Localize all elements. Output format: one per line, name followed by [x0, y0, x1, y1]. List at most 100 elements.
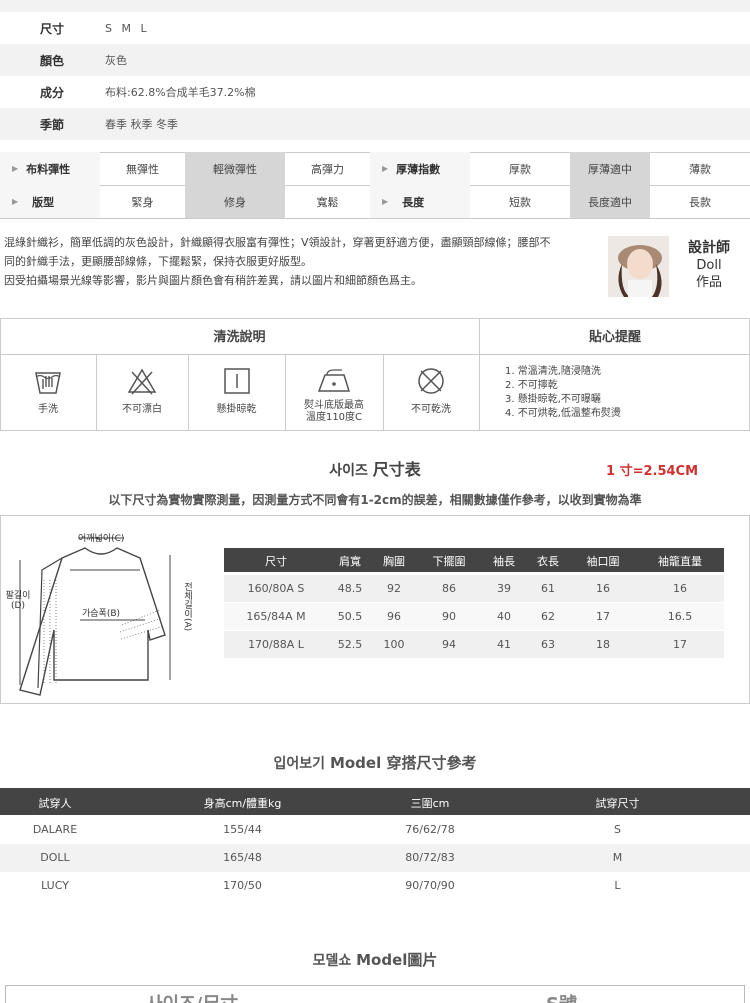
diagram-label-shoulder: 어깨넓이(C) [78, 534, 125, 544]
care-title: 清洗說明 [213, 330, 266, 345]
size-header: 袖長 [493, 555, 515, 568]
inch-conversion: 1 寸=2.54CM [606, 464, 699, 479]
spec-value: 布料:62.8%合成羊毛37.2%棉 [105, 86, 256, 99]
size-title-zh: 尺寸表 [372, 460, 421, 479]
attr-option: 高彈力 [311, 162, 344, 176]
table-cell: DOLL [40, 851, 70, 864]
table-cell: 39 [497, 582, 511, 595]
designer-suffix: 作品 [695, 275, 722, 290]
care-tips: 1. 常溫清洗,隨浸隨洗 2. 不可擰乾 3. 懸掛晾乾,不可曝曬 4. 不可烘… [505, 365, 621, 421]
table-cell: 48.5 [337, 582, 363, 595]
size-table-header: 尺寸 肩寬 胸圍 下擺圍 袖長 衣長 袖口圍 袖籠直量 [224, 548, 724, 572]
attr-option-selected: 輕微彈性 [185, 152, 285, 185]
care-label: 熨斗底版最高 [304, 400, 364, 411]
table-cell: 62 [541, 610, 555, 623]
model-pics-title-kr: 모델쇼 [312, 953, 352, 969]
size-header: 衣長 [537, 555, 559, 568]
model-pics-title-zh: Model圖片 [356, 951, 438, 969]
model-photo-caption: 사이즈/尺寸 [146, 990, 238, 1003]
attr-option: 寬鬆 [316, 195, 339, 209]
tips-title: 貼心提醒 [588, 330, 641, 345]
size-header: 下擺圍 [432, 555, 466, 568]
table-cell: 63 [541, 638, 555, 651]
table-row: LUCY 170/50 90/70/90 L [0, 872, 750, 900]
table-cell: 170/88A L [248, 638, 304, 651]
attr-option-selected: 厚薄適中 [570, 152, 650, 185]
table-cell: 80/72/83 [405, 851, 455, 864]
designer-name: Doll [696, 258, 722, 273]
table-cell: 身高cm/體重kg [203, 797, 282, 810]
diagram-label-length: 전체길이(A) [182, 582, 192, 632]
description-line: 同的針織手法，更顯腰部線條，下擺鬆緊，保持衣服更好版型。 [4, 255, 312, 268]
no-dry-clean-icon [418, 368, 444, 394]
table-cell: 94 [442, 638, 456, 651]
size-header: 肩寬 [339, 555, 361, 568]
hang-dry-icon [223, 368, 250, 394]
table-cell: DALARE [32, 823, 78, 836]
attr-label-thickness: ▶ 厚薄指數 [370, 152, 470, 185]
spec-row-color: 顏色 灰色 [0, 44, 750, 76]
designer-title: 設計師 [688, 240, 730, 256]
table-cell: 三圍cm [410, 797, 450, 810]
spec-value: S M L [105, 21, 150, 35]
size-header: 袖口圍 [586, 555, 620, 568]
size-header: 尺寸 [265, 555, 287, 568]
care-label: 懸掛晾乾 [216, 404, 257, 415]
table-cell: 76/62/78 [405, 823, 455, 836]
attr-option: 緊身 [131, 195, 154, 209]
model-section-title: 입어보기 Model 穿搭尺寸參考 [0, 752, 750, 773]
attr-label-elasticity: ▶ 布料彈性 [0, 152, 100, 185]
table-cell: 16 [673, 582, 687, 595]
table-cell: 155/44 [223, 823, 262, 836]
attr-option: 短款 [509, 195, 531, 209]
spec-key: 尺寸 [40, 21, 65, 36]
description-line: 混綠針織衫，簡單低調的灰色設計，針織顯得衣服富有彈性；V領設計，穿著更舒適方便，… [4, 236, 551, 249]
spec-key: 季節 [40, 117, 65, 132]
model-photo-size: S號 [546, 990, 577, 1003]
table-cell: 100 [383, 638, 405, 651]
model-photo-frame: 사이즈/尺寸 S號 [5, 985, 745, 1003]
table-cell: 52.5 [337, 638, 363, 651]
spec-row-size: 尺寸 S M L [0, 12, 750, 44]
table-cell: 90/70/90 [405, 879, 455, 892]
table-cell: 165/48 [223, 851, 262, 864]
attr-option: 長款 [689, 195, 711, 209]
table-cell: 17 [596, 610, 610, 623]
table-cell: 160/80A S [247, 582, 305, 595]
tip-line: 4. 不可烘乾,低溫整布熨燙 [505, 408, 621, 419]
table-cell: 41 [497, 638, 511, 651]
measure-note: 以下尺寸為實物實際測量，因測量方式不同會有1-2cm的誤差，相關數據僅作參考，以… [108, 493, 642, 507]
iron-low-icon [317, 369, 351, 392]
care-item-hang-dry: 懸掛晾乾 [188, 355, 285, 430]
care-label: 溫度110度C [305, 412, 363, 423]
table-cell: 90 [442, 610, 456, 623]
care-item-no-dry-clean: 不可乾洗 [383, 355, 479, 430]
size-title-kr: 사이즈 [329, 463, 368, 479]
spec-value: 灰色 [105, 54, 127, 67]
care-label: 不可漂白 [122, 404, 162, 415]
table-row: DALARE 155/44 76/62/78 S [0, 816, 750, 844]
spec-value: 春季 秋季 冬季 [105, 118, 178, 131]
table-cell: 17 [673, 638, 687, 651]
table-cell: S [614, 823, 621, 836]
designer-photo [608, 236, 669, 297]
table-cell: 16 [596, 582, 610, 595]
table-cell: 試穿尺寸 [595, 797, 640, 810]
table-cell: M [612, 851, 623, 864]
attr-label-fit: ▶ 版型 [0, 185, 100, 218]
table-cell: 50.5 [337, 610, 363, 623]
table-row: 170/88A L 52.5 100 94 41 63 18 17 [224, 631, 724, 658]
table-cell: 96 [387, 610, 401, 623]
model-title-zh: Model 穿搭尺寸參考 [329, 754, 477, 772]
table-cell: 170/50 [223, 879, 262, 892]
designer-credit: 設計師 Doll 作品 [682, 240, 736, 291]
tip-line: 3. 懸掛晾乾,不可曝曬 [505, 394, 601, 405]
spec-key: 成分 [40, 85, 65, 100]
attr-label-length: ▶ 長度 [370, 185, 470, 218]
table-cell: LUCY [41, 879, 69, 892]
table-cell: 165/84A M [246, 610, 306, 623]
tip-line: 2. 不可擰乾 [505, 380, 558, 391]
size-header: 袖籠直量 [658, 555, 702, 568]
attr-option: 無彈性 [126, 162, 159, 176]
table-cell: 92 [387, 582, 401, 595]
